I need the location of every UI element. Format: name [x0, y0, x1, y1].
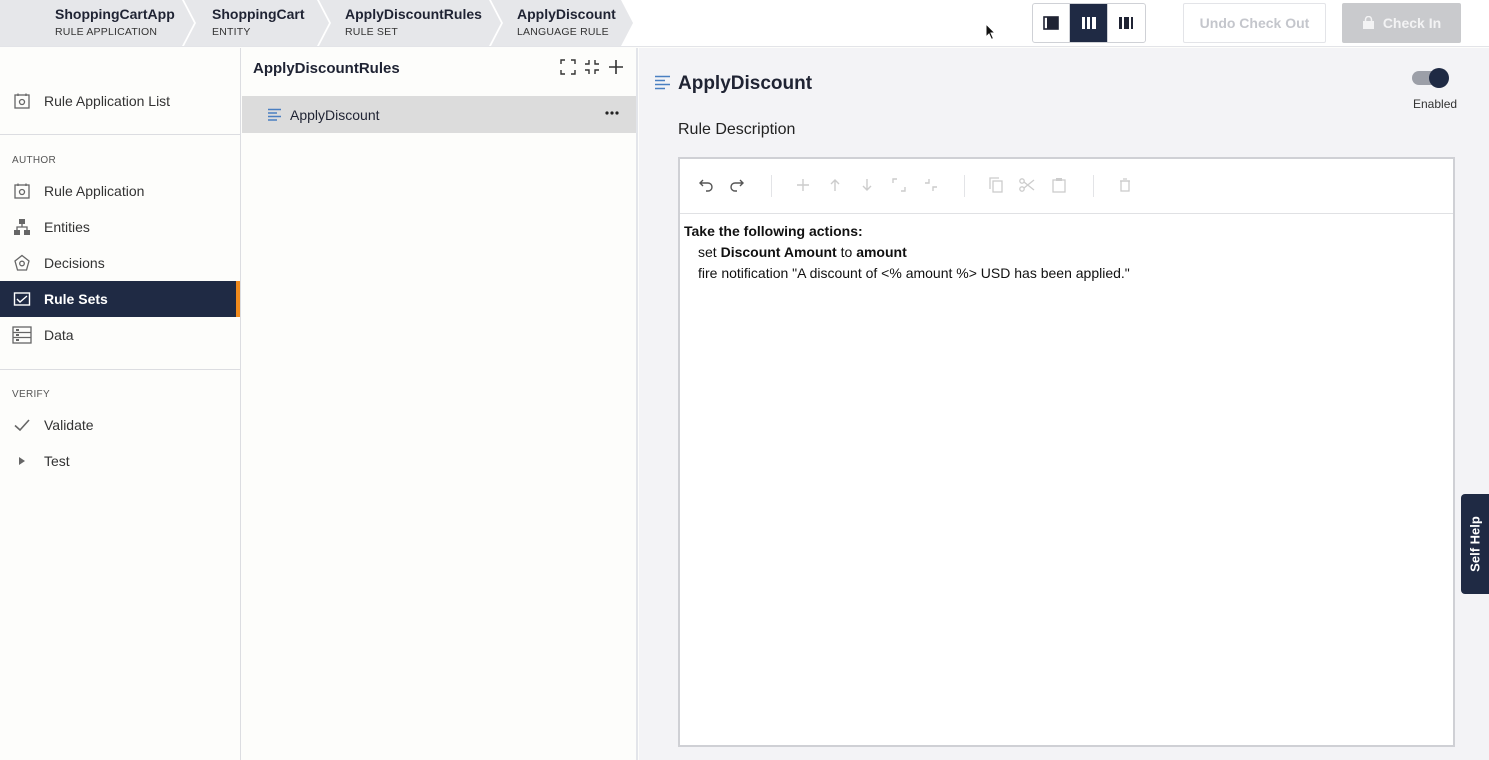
three-column-layout-icon[interactable] [1070, 4, 1108, 42]
sidebar: Rule Application List AUTHOR Rule Applic… [0, 48, 241, 760]
rule-body-heading: Take the following actions: [684, 223, 863, 239]
rule-action-notification[interactable]: fire notification "A discount of <% amou… [684, 263, 1130, 284]
sidebar-item-rule-sets[interactable]: Rule Sets [0, 281, 240, 317]
left-panel-layout-icon[interactable] [1033, 4, 1071, 42]
rule-list-item[interactable]: ApplyDiscount [242, 96, 636, 133]
action-keyword: set [698, 244, 721, 260]
rule-detail-panel: ApplyDiscount Enabled Rule Description T… [639, 48, 1489, 760]
editor-toolbar [680, 159, 1453, 214]
toolbar-divider [771, 175, 772, 197]
sidebar-item-label: Entities [44, 219, 90, 235]
move-down-icon[interactable] [858, 176, 876, 194]
lock-icon [1362, 16, 1374, 29]
add-icon[interactable] [794, 176, 812, 194]
toolbar-divider [964, 175, 965, 197]
sidebar-item-label: Rule Sets [44, 291, 108, 307]
sidebar-item-validate[interactable]: Validate [0, 407, 240, 443]
add-icon[interactable] [607, 58, 625, 76]
data-icon [12, 326, 32, 344]
sidebar-item-test[interactable]: Test [0, 443, 240, 479]
sidebar-item-label: Validate [44, 417, 94, 433]
collapse-all-icon[interactable] [583, 58, 601, 76]
copy-icon[interactable] [987, 176, 1005, 194]
collapse-icon[interactable] [922, 176, 940, 194]
breadcrumb-subtitle: ENTITY [212, 26, 251, 38]
toggle-knob [1429, 68, 1449, 88]
language-rule-icon [655, 75, 670, 90]
self-help-tab[interactable]: Self Help [1461, 494, 1489, 594]
mouse-cursor-icon [985, 23, 997, 41]
undo-icon[interactable] [697, 176, 715, 194]
rule-set-title: ApplyDiscountRules [253, 60, 400, 77]
breadcrumb-title: ApplyDiscountRules [345, 6, 482, 22]
sidebar-item-label: Rule Application [44, 183, 145, 199]
rule-list-item-label: ApplyDiscount [290, 107, 380, 123]
enabled-label: Enabled [1413, 97, 1458, 111]
delete-icon[interactable] [1116, 176, 1134, 194]
language-rule-icon [268, 108, 281, 121]
sidebar-divider [0, 134, 240, 135]
check-in-button[interactable]: Check In [1342, 3, 1461, 43]
toolbar-divider [1093, 175, 1094, 197]
checkmark-icon [12, 416, 32, 434]
sidebar-item-label: Decisions [44, 255, 105, 271]
entities-icon [12, 218, 32, 236]
rule-editor[interactable]: Take the following actions: set Discount… [678, 157, 1455, 747]
action-connector: to [836, 244, 857, 260]
undo-check-out-button[interactable]: Undo Check Out [1183, 3, 1326, 43]
decisions-icon [12, 254, 32, 272]
breadcrumb-title: ApplyDiscount [517, 6, 616, 22]
breadcrumb-item-rule-set[interactable]: ApplyDiscountRules RULE SET [319, 0, 503, 46]
sidebar-divider [0, 369, 240, 370]
breadcrumb-subtitle: RULE SET [345, 26, 398, 38]
self-help-label: Self Help [1467, 516, 1483, 572]
rule-action-set[interactable]: set Discount Amount to amount [684, 242, 1130, 263]
verify-section-label: VERIFY [12, 389, 50, 400]
expand-icon[interactable] [890, 176, 908, 194]
sidebar-item-entities[interactable]: Entities [0, 209, 240, 245]
rule-set-actions [559, 58, 625, 76]
breadcrumb-title: ShoppingCartApp [55, 6, 175, 22]
rule-description-label: Rule Description [678, 121, 796, 138]
breadcrumb-item-rule-application[interactable]: ShoppingCartApp RULE APPLICATION [0, 0, 196, 46]
rule-sets-icon [12, 290, 32, 308]
enabled-toggle[interactable] [1412, 68, 1449, 88]
sidebar-item-label: Test [44, 453, 70, 469]
rule-set-panel: ApplyDiscountRules ApplyDiscount [241, 48, 638, 760]
sidebar-item-rule-application[interactable]: Rule Application [0, 173, 240, 209]
sidebar-item-data[interactable]: Data [0, 317, 240, 353]
sidebar-item-label: Rule Application List [44, 93, 171, 109]
layout-toggle-group [1032, 3, 1146, 43]
right-panel-layout-icon[interactable] [1108, 4, 1145, 42]
action-value[interactable]: amount [856, 244, 907, 260]
action-field[interactable]: Discount Amount [721, 244, 837, 260]
play-icon [12, 452, 32, 470]
rule-title: ApplyDiscount [678, 73, 813, 94]
move-up-icon[interactable] [826, 176, 844, 194]
breadcrumb-subtitle: RULE APPLICATION [55, 26, 158, 38]
sidebar-item-label: Data [44, 327, 74, 343]
sidebar-item-rule-application-list[interactable]: Rule Application List [0, 83, 240, 119]
paste-icon[interactable] [1050, 176, 1068, 194]
cut-icon[interactable] [1018, 176, 1036, 194]
expand-all-icon[interactable] [559, 58, 577, 76]
rule-application-icon [12, 182, 32, 200]
top-bar: ShoppingCartApp RULE APPLICATION Shoppin… [0, 0, 1489, 47]
more-options-icon[interactable] [604, 105, 620, 121]
author-section-label: AUTHOR [12, 155, 57, 166]
redo-icon[interactable] [728, 176, 746, 194]
rule-application-list-icon [12, 92, 32, 110]
breadcrumb-item-entity[interactable]: ShoppingCart ENTITY [184, 0, 331, 46]
breadcrumb-subtitle: LANGUAGE RULE [517, 26, 609, 38]
check-in-label: Check In [1382, 15, 1442, 31]
rule-body[interactable]: Take the following actions: set Discount… [684, 221, 1130, 284]
sidebar-item-decisions[interactable]: Decisions [0, 245, 240, 281]
breadcrumb-title: ShoppingCart [212, 6, 305, 22]
breadcrumb-item-language-rule[interactable]: ApplyDiscount LANGUAGE RULE [491, 0, 635, 46]
